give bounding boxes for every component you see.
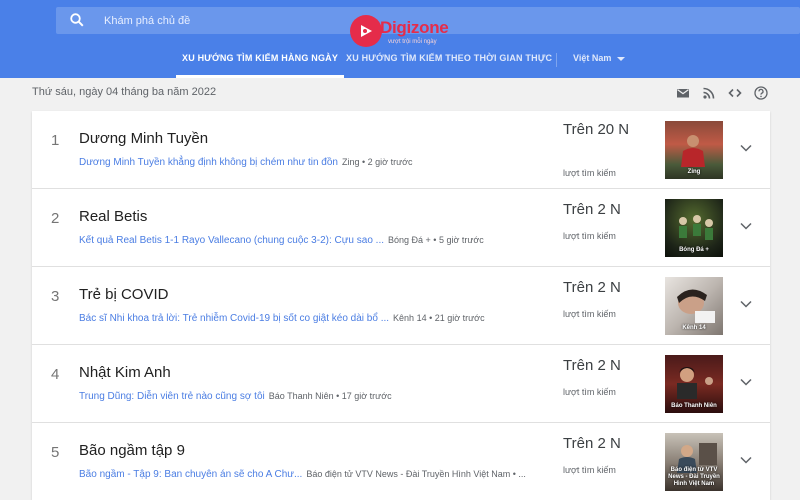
tab-divider [556, 53, 557, 67]
date-label: Thứ sáu, ngày 04 tháng ba năm 2022 [32, 86, 217, 98]
search-count: Trên 2 N [563, 279, 621, 296]
thumbnail-caption: Báo điện tử VTV News - Đài Truyền Hình V… [668, 467, 720, 487]
country-selector[interactable]: Việt Nam [573, 53, 626, 63]
play-icon [361, 25, 372, 37]
trend-article: Bác sĩ Nhi khoa trả lời: Trẻ nhiễm Covid… [79, 313, 485, 324]
article-link[interactable]: Bác sĩ Nhi khoa trả lời: Trẻ nhiễm Covid… [79, 313, 389, 324]
logo-name: Digizone [380, 18, 449, 37]
trend-rank: 3 [51, 288, 60, 305]
trend-row[interactable]: 1 Dương Minh Tuyền Dương Minh Tuyền khẳn… [32, 111, 770, 189]
thumbnail-caption: Báo Thanh Niên [671, 403, 717, 409]
trend-article: Bão ngầm - Tập 9: Ban chuyên án sẽ cho A… [79, 469, 526, 480]
chevron-down-icon[interactable] [740, 456, 752, 464]
article-meta: Bóng Đá + • 5 giờ trước [388, 235, 484, 245]
chevron-down-icon[interactable] [740, 378, 752, 386]
trend-rank: 5 [51, 444, 60, 461]
rss-icon[interactable] [702, 86, 716, 100]
article-thumbnail[interactable]: Báo điện tử VTV News - Đài Truyền Hình V… [665, 433, 723, 491]
trends-list: 1 Dương Minh Tuyền Dương Minh Tuyền khẳn… [32, 111, 770, 500]
trend-article: Dương Minh Tuyền khẳng định không bị ché… [79, 157, 413, 168]
trend-row[interactable]: 5 Bão ngầm tập 9 Bão ngầm - Tập 9: Ban c… [32, 423, 770, 500]
article-link[interactable]: Bão ngầm - Tập 9: Ban chuyên án sẽ cho A… [79, 469, 302, 480]
search-count: Trên 2 N [563, 435, 621, 452]
chevron-down-icon[interactable] [740, 144, 752, 152]
thumbnail-caption: Bóng Đá + [679, 247, 709, 253]
article-meta: Kênh 14 • 21 giờ trước [393, 313, 485, 323]
logo-tagline: vượt trội mỗi ngày [388, 39, 437, 45]
tab-daily-trends[interactable]: XU HƯỚNG TÌM KIẾM HÀNG NGÀY [175, 53, 345, 78]
search-count-label: lượt tìm kiếm [563, 309, 616, 319]
article-thumbnail[interactable]: Báo Thanh Niên [665, 355, 723, 413]
article-thumbnail[interactable]: Zing [665, 121, 723, 179]
article-meta: Zing • 2 giờ trước [342, 157, 413, 167]
trend-title[interactable]: Trẻ bị COVID [79, 286, 168, 303]
article-meta: Báo Thanh Niên • 17 giờ trước [268, 391, 392, 401]
thumbnail-caption: Zing [687, 169, 701, 175]
search-count-label: lượt tìm kiếm [563, 231, 616, 241]
trend-row[interactable]: 4 Nhật Kim Anh Trung Dũng: Diễn viên trẻ… [32, 345, 770, 423]
search-count-label: lượt tìm kiếm [563, 387, 616, 397]
thumbnail-caption: Kênh 14 [682, 325, 706, 331]
trend-row[interactable]: 2 Real Betis Kết quả Real Betis 1-1 Rayo… [32, 189, 770, 267]
search-count: Trên 2 N [563, 357, 621, 374]
embed-code-icon[interactable] [728, 86, 742, 100]
trend-rank: 4 [51, 366, 60, 383]
trend-title[interactable]: Dương Minh Tuyền [79, 130, 208, 147]
trend-title[interactable]: Nhật Kim Anh [79, 364, 171, 381]
search-count-label: lượt tìm kiếm [563, 465, 616, 475]
article-link[interactable]: Trung Dũng: Diễn viên trẻ nào cũng sợ tô… [79, 391, 265, 402]
trend-title[interactable]: Bão ngầm tập 9 [79, 442, 185, 459]
trend-row[interactable]: 3 Trẻ bị COVID Bác sĩ Nhi khoa trả lời: … [32, 267, 770, 345]
search-icon [70, 13, 84, 27]
trend-article: Kết quả Real Betis 1-1 Rayo Vallecano (c… [79, 235, 484, 246]
app-header: Digizone vượt trội mỗi ngày XU HƯỚNG TÌM… [0, 0, 800, 78]
search-count: Trên 20 N [563, 121, 630, 138]
tab-realtime-trends[interactable]: XU HƯỚNG TÌM KIẾM THEO THỜI GIAN THỰC [346, 53, 552, 78]
search-count-label: lượt tìm kiếm [563, 168, 616, 178]
digizone-logo: Digizone vượt trội mỗi ngày [350, 12, 460, 50]
trend-rank: 1 [51, 132, 60, 149]
trend-title[interactable]: Real Betis [79, 208, 147, 225]
caret-down-icon [617, 56, 626, 61]
trend-article: Trung Dũng: Diễn viên trẻ nào cũng sợ tô… [79, 391, 392, 402]
article-link[interactable]: Kết quả Real Betis 1-1 Rayo Vallecano (c… [79, 235, 384, 246]
search-count: Trên 2 N [563, 201, 621, 218]
article-thumbnail[interactable]: Bóng Đá + [665, 199, 723, 257]
trend-rank: 2 [51, 210, 60, 227]
tab-bar: XU HƯỚNG TÌM KIẾM HÀNG NGÀY XU HƯỚNG TÌM… [0, 48, 800, 78]
article-thumbnail[interactable]: Kênh 14 [665, 277, 723, 335]
chevron-down-icon[interactable] [740, 300, 752, 308]
logo-badge [350, 15, 382, 47]
chevron-down-icon[interactable] [740, 222, 752, 230]
article-link[interactable]: Dương Minh Tuyền khẳng định không bị ché… [79, 157, 338, 168]
country-label: Việt Nam [573, 53, 612, 63]
article-meta: Báo điện tử VTV News - Đài Truyền Hình V… [306, 469, 526, 479]
help-icon[interactable] [754, 86, 768, 100]
mail-icon[interactable] [676, 86, 690, 100]
